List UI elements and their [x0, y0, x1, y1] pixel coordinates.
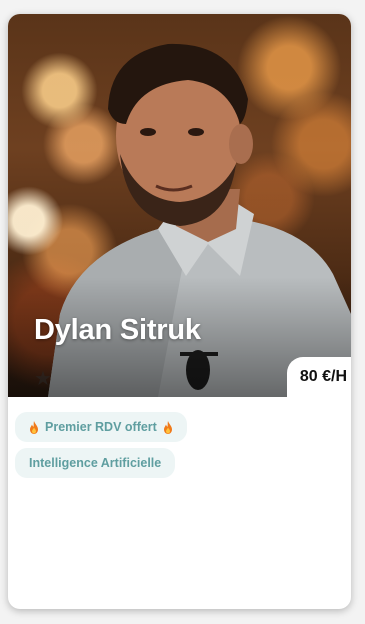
tag-premier-rdv: Premier RDV offert — [15, 412, 187, 442]
profile-photo: Dylan Sitruk ★ 80 €/H — [8, 14, 351, 397]
star-icon[interactable]: ★ — [34, 369, 52, 389]
tag-list: Premier RDV offert Intelligence Artifici… — [15, 412, 187, 484]
tag-label: Premier RDV offert — [45, 420, 157, 434]
fire-icon — [30, 420, 38, 434]
profile-card[interactable]: Dylan Sitruk ★ 80 €/H Premier RDV offert… — [8, 14, 351, 609]
tag-label: Intelligence Artificielle — [29, 456, 162, 470]
tag-intelligence-artificielle: Intelligence Artificielle — [15, 448, 176, 478]
fire-icon — [163, 420, 172, 434]
price-badge: 80 €/H — [286, 357, 351, 397]
profile-name: Dylan Sitruk — [34, 314, 201, 346]
